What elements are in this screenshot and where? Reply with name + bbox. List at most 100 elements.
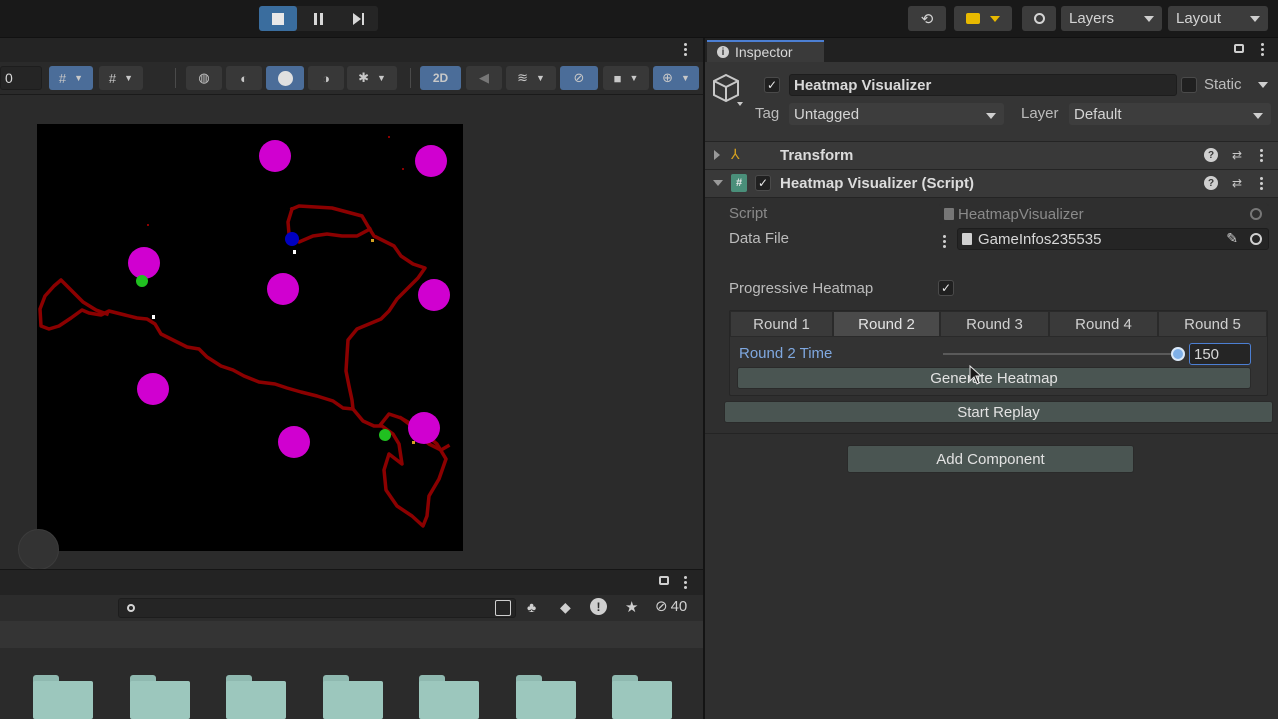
tab-inspector[interactable]: i Inspector — [707, 40, 824, 62]
pause-icon — [313, 12, 323, 25]
tab-round-2[interactable]: Round 2 — [833, 311, 940, 337]
stop-icon — [272, 12, 284, 25]
round-time-input[interactable]: 150 — [1189, 343, 1251, 365]
chevron-down-icon: ▼ — [629, 73, 639, 83]
generate-heatmap-button[interactable]: Generate Heatmap — [737, 367, 1251, 389]
chevron-down-icon[interactable] — [1258, 82, 1268, 88]
search-button[interactable] — [1022, 6, 1056, 31]
folder-icon[interactable] — [130, 675, 190, 719]
slider-thumb[interactable] — [1171, 347, 1185, 361]
data-file-value: GameInfos235535 — [978, 230, 1102, 248]
lock-icon[interactable] — [1234, 44, 1244, 53]
preset-icon[interactable]: ⇄ — [1230, 176, 1244, 190]
data-file-field[interactable]: GameInfos235535 ✎ — [957, 228, 1269, 250]
debug-draw-button[interactable]: ✱ ▼ — [347, 66, 397, 90]
stop-button[interactable] — [259, 6, 297, 31]
static-checkbox[interactable] — [1181, 77, 1197, 93]
more-options-icon[interactable] — [1260, 177, 1264, 190]
collapse-arrow-icon[interactable] — [713, 180, 723, 186]
eye-hidden-icon: ⊘ — [573, 70, 585, 85]
audio-mute-button[interactable]: ◀ — [466, 66, 502, 90]
heatmap-goal — [379, 429, 391, 441]
layers-label: Layers — [1069, 10, 1115, 27]
expand-arrow-icon[interactable] — [714, 150, 720, 160]
chevron-down-icon: ▼ — [680, 73, 690, 83]
account-button[interactable] — [954, 6, 1012, 31]
grid-snapping-toggle[interactable]: # ▼ — [99, 66, 143, 90]
round-time-slider[interactable] — [943, 345, 1185, 363]
folder-icon[interactable] — [33, 675, 93, 719]
grid-snap-button[interactable]: # ▼ — [49, 66, 93, 90]
preset-icon[interactable]: ⇄ — [1230, 148, 1244, 162]
chevron-down-icon: ▼ — [376, 73, 386, 83]
tab-round-3[interactable]: Round 3 — [940, 311, 1049, 337]
tag-dropdown[interactable]: Untagged — [789, 103, 1004, 125]
script-component-title: Heatmap Visualizer (Script) — [780, 175, 974, 192]
edit-pencil-icon[interactable]: ✎ — [1226, 230, 1238, 247]
label-tag-icon[interactable]: ◆ — [560, 599, 571, 616]
gizmos-button[interactable]: ⊕ ▼ — [653, 66, 699, 90]
camera-button[interactable]: ■ ▼ — [603, 66, 649, 90]
unlit-button[interactable]: ◑ — [308, 66, 344, 90]
step-button[interactable] — [339, 6, 377, 31]
start-replay-button[interactable]: Start Replay — [724, 401, 1273, 423]
folder-icon[interactable] — [323, 675, 383, 719]
filter-by-type-icon[interactable]: ♣ — [527, 599, 536, 615]
more-options-icon[interactable] — [684, 43, 688, 56]
more-options-icon[interactable] — [1261, 43, 1265, 56]
layers-dropdown[interactable]: Layers — [1061, 6, 1162, 31]
tab-round-5[interactable]: Round 5 — [1158, 311, 1267, 337]
shaded-wire-button[interactable]: ◐ — [226, 66, 262, 90]
script-icon: # — [731, 174, 747, 192]
more-options-icon[interactable] — [1260, 149, 1264, 162]
project-breadcrumb-bar — [0, 621, 703, 648]
tab-round-1[interactable]: Round 1 — [730, 311, 833, 337]
warning-icon[interactable]: ! — [590, 598, 607, 615]
bug-icon: ✱ — [358, 70, 369, 85]
eye-hidden-icon: ⊘ — [655, 598, 668, 615]
folder-icon[interactable] — [516, 675, 576, 719]
shaded-sphere-icon — [277, 70, 293, 86]
search-by-type-icon[interactable] — [495, 600, 511, 616]
2d-mode-button[interactable]: 2D — [420, 66, 461, 90]
wire-globe-button[interactable]: ◍ — [186, 66, 222, 90]
chevron-down-icon: ▼ — [124, 73, 134, 83]
scene-overlay-handle[interactable] — [18, 529, 59, 570]
script-enabled-checkbox[interactable]: ✓ — [755, 175, 771, 191]
speaker-mute-icon: ◀ — [479, 70, 489, 85]
layers-stack-icon: ≋ — [517, 70, 528, 85]
lock-icon[interactable] — [659, 576, 669, 585]
help-icon[interactable]: ? — [1204, 148, 1218, 162]
shaded-button[interactable] — [266, 66, 304, 90]
progressive-heatmap-checkbox[interactable]: ✓ — [938, 280, 954, 296]
wireframe-globe-icon: ◍ — [198, 70, 210, 85]
object-name-field[interactable]: Heatmap Visualizer — [789, 74, 1177, 96]
add-component-button[interactable]: Add Component — [847, 445, 1134, 473]
gameobject-cube-icon[interactable] — [712, 72, 748, 108]
folder-icon[interactable] — [419, 675, 479, 719]
scene-value-field[interactable]: 0 — [0, 66, 42, 90]
hidden-packages-toggle[interactable]: ⊘ 40 — [655, 597, 687, 616]
help-icon[interactable]: ? — [1204, 176, 1218, 190]
star-icon[interactable]: ★ — [625, 598, 638, 616]
more-options-icon[interactable] — [684, 576, 688, 589]
layer-dropdown[interactable]: Default — [1069, 103, 1271, 125]
field-options-icon[interactable] — [943, 235, 947, 248]
pause-button[interactable] — [299, 6, 337, 31]
heatmap-canvas — [37, 124, 463, 551]
history-button[interactable]: ⟲ — [908, 6, 946, 31]
folder-icon[interactable] — [226, 675, 286, 719]
layout-dropdown[interactable]: Layout — [1168, 6, 1268, 31]
chevron-down-icon — [986, 113, 996, 119]
main-toolbar: ⟲ Layers Layout — [0, 0, 1278, 38]
search-icon — [1033, 13, 1045, 24]
visibility-toggle[interactable]: ⊘ — [560, 66, 598, 90]
tab-round-4[interactable]: Round 4 — [1049, 311, 1158, 337]
object-picker-icon[interactable] — [1250, 233, 1262, 245]
toolbar-separator — [175, 68, 176, 88]
active-checkbox[interactable]: ✓ — [764, 77, 780, 93]
object-picker-icon — [1250, 208, 1262, 220]
folder-icon[interactable] — [612, 675, 672, 719]
project-search-input[interactable] — [118, 598, 516, 618]
effects-button[interactable]: ≋ ▼ — [506, 66, 556, 90]
